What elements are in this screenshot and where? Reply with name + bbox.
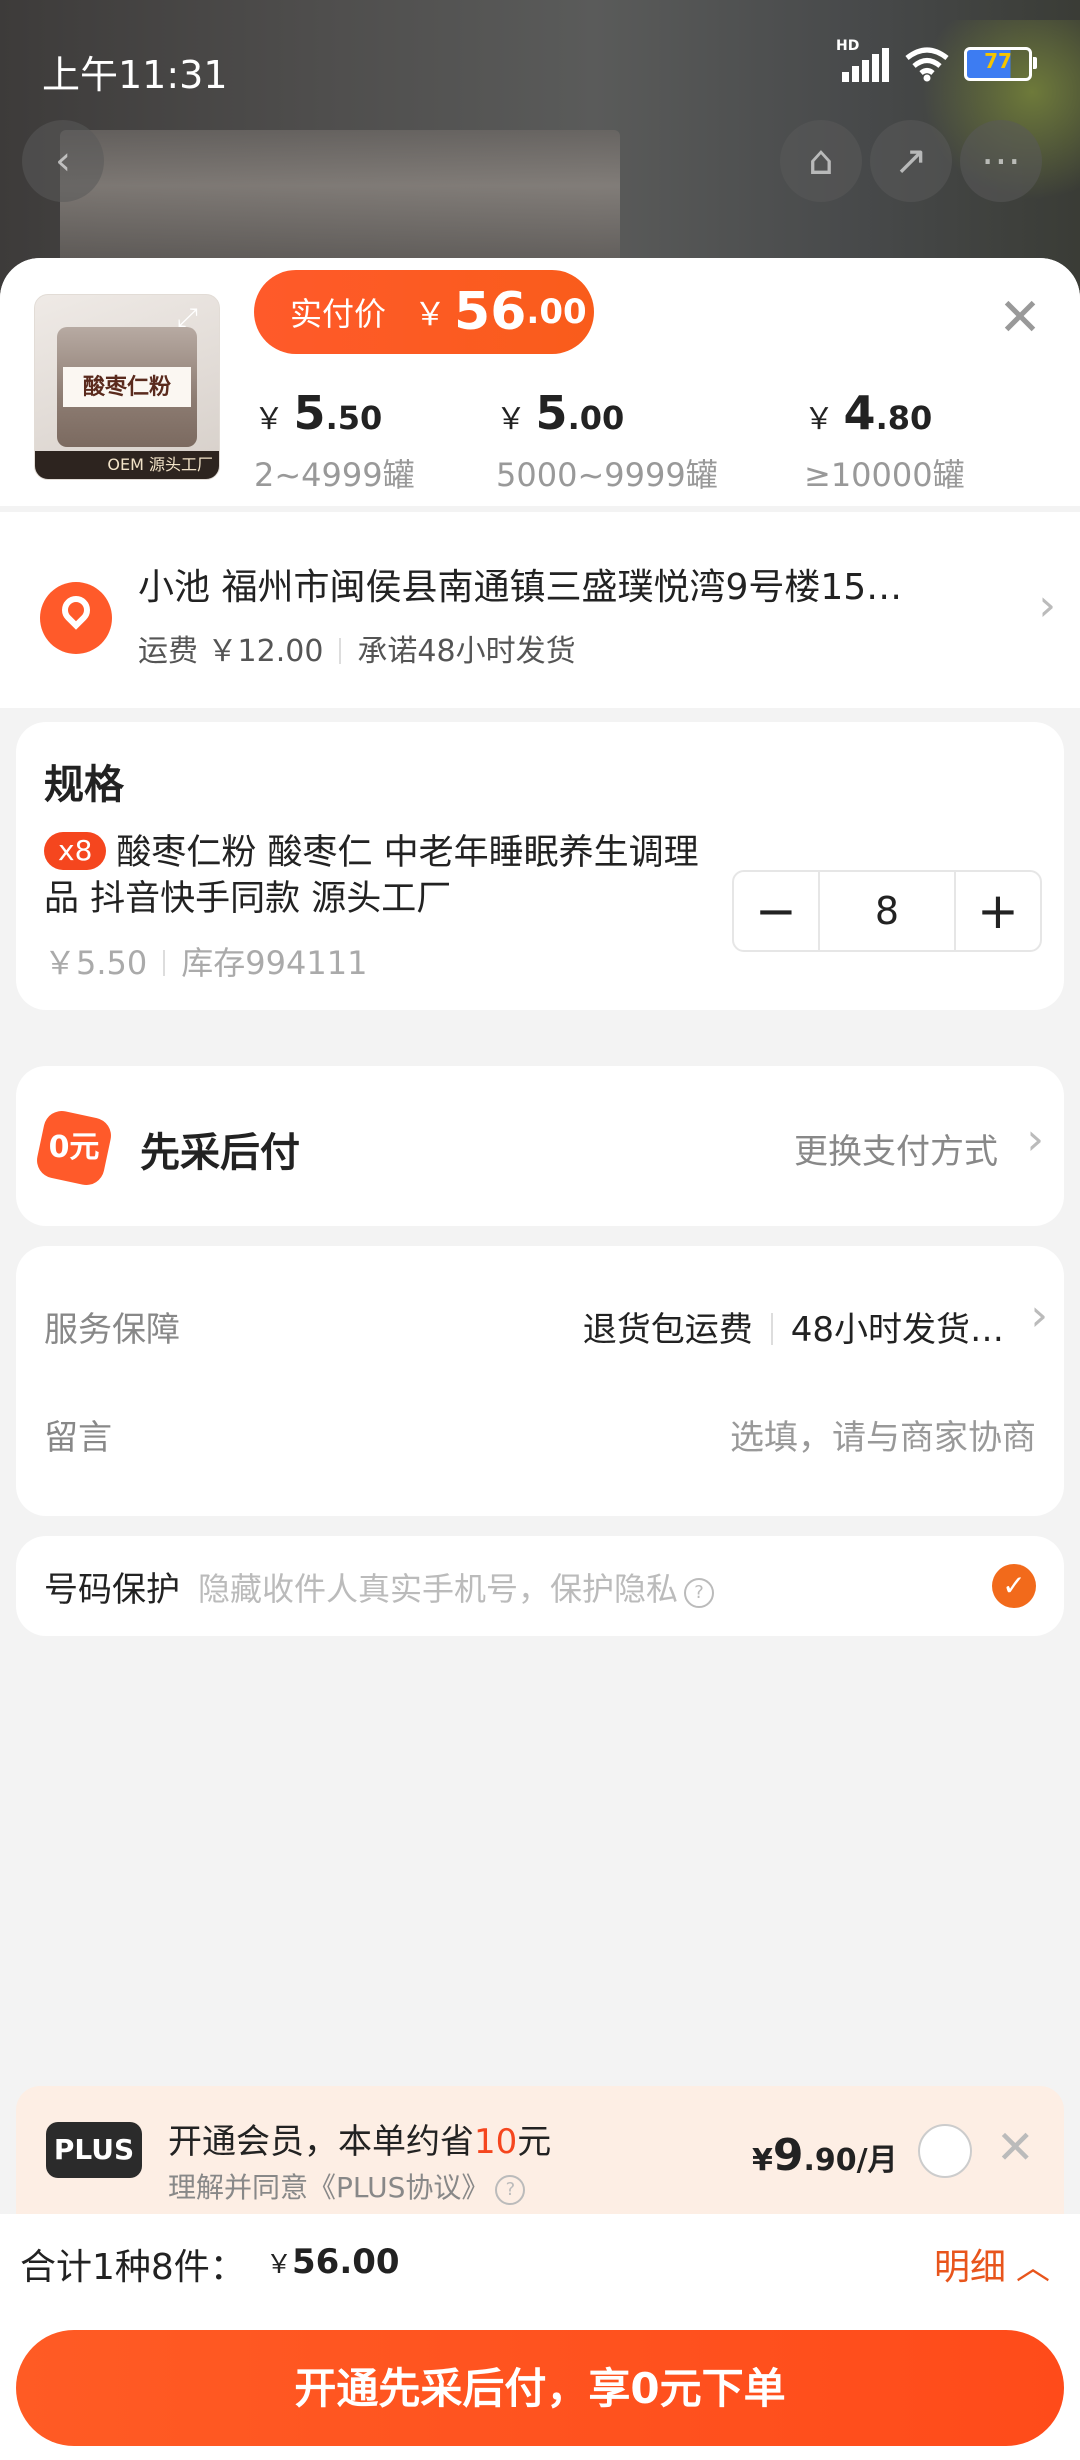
- unit-price-text: ￥5.50: [44, 944, 148, 982]
- quantity-input[interactable]: 8: [818, 872, 956, 950]
- spec-name-block: x8 酸枣仁粉 酸枣仁 中老年睡眠养生调理品 抖音快手同款 源头工厂: [44, 830, 704, 922]
- status-bar: 上午11:31 HD 77: [0, 0, 1080, 130]
- phone-protection-label: 号码保护: [44, 1570, 180, 1610]
- service-return-shipping: 退货包运费: [582, 1310, 753, 1350]
- quantity-badge-main: x8: [44, 832, 107, 870]
- help-icon[interactable]: ?: [495, 2175, 526, 2205]
- expand-icon[interactable]: ⤢: [177, 303, 209, 335]
- plus-agreement[interactable]: 理解并同意《PLUS协议》?: [168, 2166, 526, 2206]
- payment-title: 先采后付: [140, 1130, 300, 1176]
- pay-later-icon: 0元: [33, 1107, 115, 1189]
- cta-area: 开通先采后付，享0元下单: [0, 2310, 1080, 2460]
- thumb-label: 酸枣仁粉: [63, 367, 191, 407]
- service-values[interactable]: 退货包运费 48小时发货…: [583, 1302, 1004, 1351]
- battery-icon: 77: [964, 47, 1037, 81]
- close-icon[interactable]: ✕: [996, 292, 1044, 344]
- submit-order-button[interactable]: 开通先采后付，享0元下单: [16, 2330, 1064, 2446]
- total-amount: ￥56.00: [266, 2242, 400, 2282]
- product-thumbnail[interactable]: 酸枣仁粉 OEM 源头工厂 ⤢: [34, 294, 220, 480]
- signal-icon: HD: [836, 38, 890, 82]
- phone-protection-checkbox[interactable]: ✓: [992, 1564, 1036, 1608]
- tier-range: 2~4999罐: [254, 456, 415, 494]
- actual-price-label: 实付价: [290, 295, 387, 333]
- currency-symbol: ￥: [414, 295, 447, 333]
- plus-select-radio[interactable]: [918, 2124, 972, 2178]
- battery-level: 77: [984, 49, 1012, 73]
- service-48h: 48小时发货…: [790, 1310, 1004, 1350]
- plus-logo: PLUS: [46, 2122, 142, 2178]
- plus-button[interactable]: +: [956, 872, 1040, 950]
- spec-card-main: 规格 x8 酸枣仁粉 酸枣仁 中老年睡眠养生调理品 抖音快手同款 源头工厂 ￥5.…: [16, 722, 1064, 1010]
- spec-title-text: 规格: [44, 762, 124, 808]
- shipping-info: 运费 ￥12.00 承诺48小时发货: [138, 626, 576, 670]
- location-pin-icon: [40, 582, 112, 654]
- spec-name-text: 酸枣仁粉 酸枣仁 中老年睡眠养生调理品 抖音快手同款 源头工厂: [44, 833, 699, 919]
- service-card: 服务保障 退货包运费 48小时发货… › 留言 选填，请与商家协商: [16, 1246, 1064, 1516]
- product-image-blur: [60, 130, 620, 270]
- shipping-promise: 承诺48小时发货: [357, 634, 576, 669]
- note-input[interactable]: 选填，请与商家协商: [730, 1410, 1036, 1459]
- shipping-fee: 运费 ￥12.00: [138, 634, 324, 669]
- price-integer: 56: [454, 282, 527, 342]
- price-tier: ￥ 5.00 5000~9999罐: [496, 386, 718, 494]
- minus-button[interactable]: −: [734, 872, 818, 950]
- chevron-right-icon: ›: [1026, 1114, 1044, 1165]
- network-type: HD: [836, 38, 860, 54]
- price-tier: ￥ 5.50 2~4999罐: [254, 386, 415, 494]
- cart-icon[interactable]: ⌂: [780, 120, 862, 202]
- more-icon[interactable]: ⋯: [960, 120, 1042, 202]
- actual-price-pill: 实付价 ￥ 56 .00: [254, 270, 594, 354]
- sheet-header: 酸枣仁粉 OEM 源头工厂 ⤢ 实付价 ￥ 56 .00 ✕ ￥ 5.50 2~…: [0, 258, 1080, 506]
- service-label: 服务保障: [44, 1310, 180, 1350]
- address-row[interactable]: 小池 福州市闽侯县南通镇三盛璞悦湾9号楼15… 运费 ￥12.00 承诺48小时发…: [0, 512, 1080, 708]
- close-icon[interactable]: ✕: [996, 2120, 1035, 2174]
- address-text: 小池 福州市闽侯县南通镇三盛璞悦湾9号楼15…: [138, 567, 903, 608]
- plus-promo-text: 开通会员，本单约省10元: [168, 2122, 552, 2162]
- chevron-up-icon: ︿: [1016, 2248, 1050, 2288]
- tier-range: 5000~9999罐: [496, 456, 718, 494]
- plus-price: ¥9.90/月: [752, 2130, 898, 2181]
- back-button[interactable]: ‹: [22, 120, 104, 202]
- wifi-icon: [905, 47, 949, 82]
- plus-save-amount: 10: [474, 2122, 518, 2162]
- change-payment-link[interactable]: 更换支付方式: [794, 1124, 998, 1173]
- note-label: 留言: [44, 1418, 112, 1458]
- order-summary: 合计1种8件： ￥56.00 明细 ︿: [0, 2214, 1080, 2310]
- price-tier: ￥ 4.80 ≥10000罐: [804, 386, 965, 494]
- phone-protection-hint: 隐藏收件人真实手机号，保护隐私?: [198, 1564, 715, 1610]
- tier-range: ≥10000罐: [804, 456, 965, 494]
- detail-toggle[interactable]: 明细 ︿: [934, 2238, 1050, 2290]
- help-icon[interactable]: ?: [684, 1578, 715, 1608]
- quantity-stepper-main: − 8 +: [732, 870, 1042, 952]
- phone-protection-card: 号码保护 隐藏收件人真实手机号，保护隐私? ✓: [16, 1536, 1064, 1636]
- payment-method-card[interactable]: 0元 先采后付 更换支付方式 ›: [16, 1066, 1064, 1226]
- stock-text: 库存994111: [181, 944, 368, 982]
- status-icons: HD 77: [836, 38, 1037, 82]
- plus-membership-bar: PLUS 开通会员，本单约省10元 理解并同意《PLUS协议》? ¥9.90/月…: [16, 2086, 1064, 2214]
- total-label: 合计1种8件：: [20, 2247, 246, 2288]
- thumb-tag: OEM 源头工厂: [35, 451, 219, 479]
- chevron-right-icon: ›: [1038, 580, 1056, 631]
- share-icon[interactable]: ↗: [870, 120, 952, 202]
- spec-meta-main: ￥5.50 库存994111: [44, 938, 367, 984]
- status-time: 上午11:31: [42, 53, 228, 97]
- chevron-right-icon: ›: [1030, 1290, 1048, 1341]
- price-decimal: .00: [526, 292, 587, 332]
